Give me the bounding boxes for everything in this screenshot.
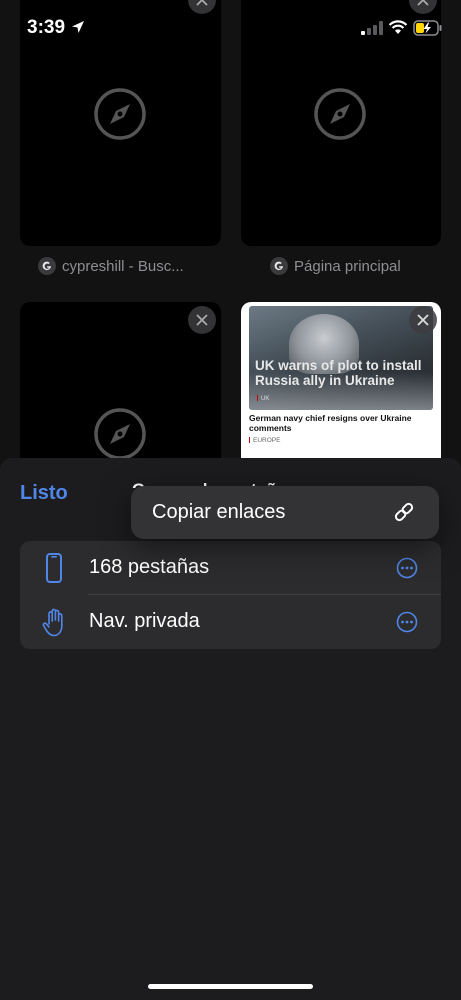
copy-links-menu-item[interactable]: Copiar enlaces: [131, 486, 439, 539]
tab-groups-sheet: [0, 458, 461, 1000]
cellular-signal-icon: [361, 21, 383, 35]
news-tag-text: UK: [261, 396, 270, 402]
news-subtag-text: EUROPE: [253, 437, 281, 444]
done-button[interactable]: Listo: [20, 482, 68, 505]
news-subtag: EUROPE: [249, 437, 280, 444]
compass-icon: [94, 88, 146, 140]
tab-group-label: 168 pestañas: [89, 556, 210, 578]
news-tag: UK: [257, 395, 269, 402]
tab-close-button[interactable]: [188, 306, 216, 334]
more-options-icon[interactable]: [396, 611, 418, 633]
tag-marker: [257, 395, 258, 401]
compass-icon: [94, 408, 146, 460]
close-icon: [196, 314, 208, 326]
iphone-icon: [46, 553, 62, 583]
more-options-icon[interactable]: [396, 557, 418, 579]
tab-close-button[interactable]: [409, 306, 437, 334]
tab-title-text: cypreshill - Busc...: [62, 257, 184, 275]
link-icon: [394, 502, 414, 522]
tab-group-row-tabs[interactable]: 168 pestañas: [20, 541, 441, 595]
news-photo: UK warns of plot to install Russia ally …: [249, 306, 433, 410]
tab-title-1: cypreshill - Busc...: [38, 255, 184, 277]
compass-icon: [314, 88, 366, 140]
hand-raised-icon: [42, 608, 63, 637]
google-logo-icon: [38, 257, 56, 275]
tab-title-text: Página principal: [294, 257, 401, 275]
tab-group-row-private[interactable]: Nav. privada: [20, 595, 441, 649]
context-menu: Copiar enlaces: [131, 486, 439, 539]
status-bar: 3:39: [0, 0, 461, 54]
tab-group-list: 168 pestañas Nav. privada: [20, 541, 441, 649]
google-logo-icon: [270, 257, 288, 275]
menu-item-label: Copiar enlaces: [152, 501, 286, 523]
status-time: 3:39: [27, 17, 66, 38]
tab-group-label: Nav. privada: [89, 610, 200, 632]
location-arrow-icon: [72, 21, 84, 33]
tag-marker: [249, 437, 250, 443]
battery-charging-icon: [413, 20, 442, 36]
news-subheadline: German navy chief resigns over Ukraine c…: [249, 413, 412, 433]
tab-title-2: Página principal: [270, 255, 401, 277]
news-headline: UK warns of plot to install Russia ally …: [255, 358, 422, 388]
wifi-icon: [388, 20, 408, 34]
close-icon: [417, 314, 429, 326]
home-indicator: [148, 984, 313, 989]
